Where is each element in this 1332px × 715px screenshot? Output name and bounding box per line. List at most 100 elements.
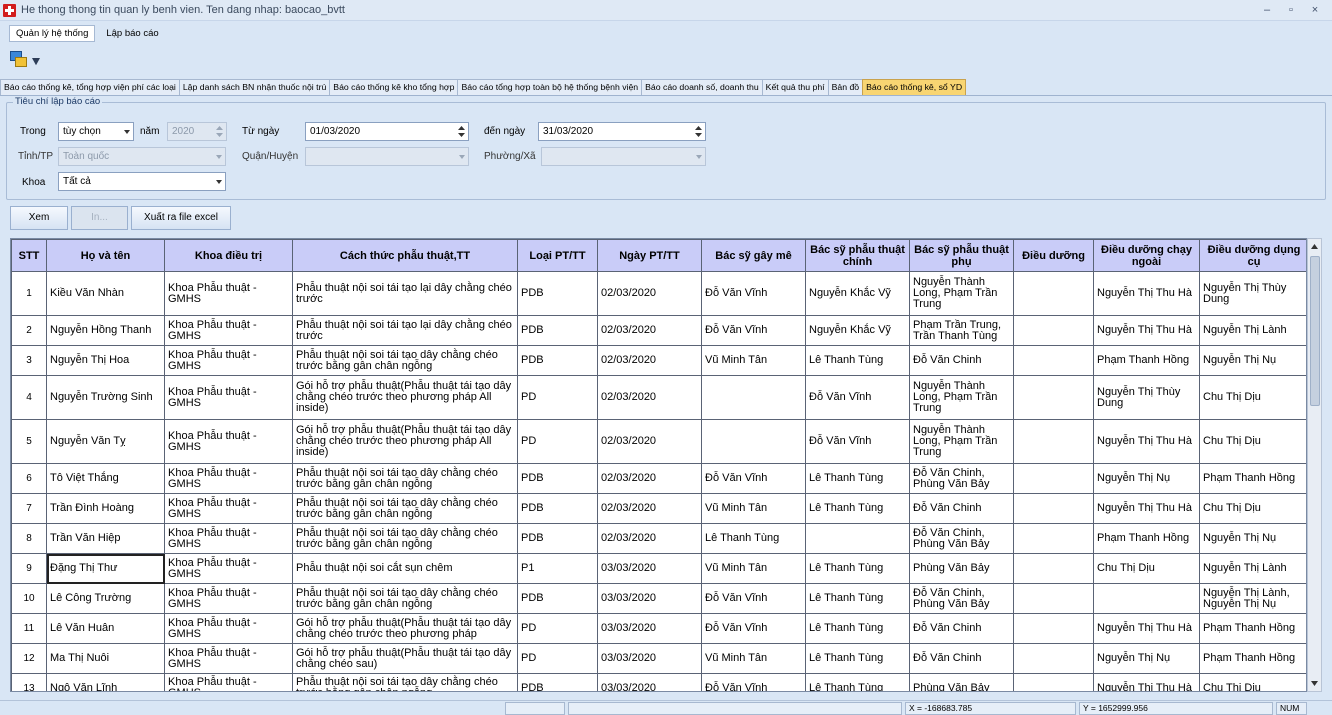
table-cell[interactable]: Nguyễn Thị Thu Hà: [1093, 315, 1200, 346]
report-tool-icon[interactable]: [8, 48, 30, 70]
table-cell[interactable]: Nguyễn Thị Lành, Nguyễn Thị Nụ: [1199, 583, 1306, 614]
table-cell[interactable]: Phẫu thuật nội soi cắt sụn chêm: [292, 553, 518, 584]
table-cell[interactable]: Gói hỗ trợ phẫu thuật(Phẫu thuật tái tạo…: [292, 613, 518, 644]
table-cell[interactable]: PDB: [517, 673, 598, 691]
table-cell[interactable]: Khoa Phẫu thuật - GMHS: [164, 463, 293, 494]
table-cell[interactable]: 2: [11, 315, 47, 346]
table-cell[interactable]: Phẫu thuật nội soi tái tạo dây chằng ché…: [292, 583, 518, 614]
table-row[interactable]: 8 Trần Văn Hiệp Khoa Phẫu thuật - GMHS Phẫu…: [11, 523, 1306, 554]
tab-hospital-summary[interactable]: Báo cáo tổng hợp toàn bộ hệ thống bệnh v…: [457, 79, 643, 95]
table-cell[interactable]: Lê Thanh Tùng: [701, 523, 806, 554]
close-button[interactable]: ×: [1306, 2, 1324, 18]
table-cell[interactable]: Phẫu thuật nội soi tái tạo dây chằng ché…: [292, 463, 518, 494]
table-cell[interactable]: PDB: [517, 463, 598, 494]
table-cell[interactable]: PDB: [517, 315, 598, 346]
table-cell[interactable]: 7: [11, 493, 47, 524]
table-cell[interactable]: Nguyễn Thị Lành: [1199, 315, 1306, 346]
scroll-down-icon[interactable]: [1311, 681, 1318, 686]
table-cell[interactable]: Lê Thanh Tùng: [805, 553, 910, 584]
to-date-field[interactable]: 31/03/2020: [538, 122, 706, 141]
table-cell[interactable]: Lê Thanh Tùng: [805, 643, 910, 674]
report-grid[interactable]: STT Họ và tên Khoa điều trị Cách thức ph…: [10, 238, 1307, 692]
table-cell[interactable]: Đỗ Văn Vĩnh: [701, 583, 806, 614]
table-cell[interactable]: Đỗ Văn Vĩnh: [805, 419, 910, 464]
table-cell[interactable]: 02/03/2020: [597, 315, 702, 346]
tab-hospital-fees[interactable]: Báo cáo thống kê, tổng hợp viện phí các …: [0, 79, 180, 95]
table-cell[interactable]: Tô Việt Thắng: [46, 463, 165, 494]
table-cell[interactable]: Phẫu thuật nội soi tái tạo dây chằng ché…: [292, 673, 518, 691]
table-cell[interactable]: Phẫu thuật nội soi tái tạo dây chằng ché…: [292, 345, 518, 376]
table-cell[interactable]: Đỗ Văn Chinh, Phùng Văn Bảy: [909, 583, 1014, 614]
table-cell[interactable]: [1013, 315, 1094, 346]
table-cell[interactable]: Phạm Trần Trung, Trần Thanh Tùng: [909, 315, 1014, 346]
table-row[interactable]: 5 Nguyễn Văn Tỵ Khoa Phẫu thuật - GMHS Gói …: [11, 419, 1306, 464]
table-cell[interactable]: [1013, 523, 1094, 554]
table-cell[interactable]: Nguyễn Thị Thu Hà: [1093, 419, 1200, 464]
table-cell[interactable]: Trần Văn Hiệp: [46, 523, 165, 554]
table-cell[interactable]: Vũ Minh Tân: [701, 345, 806, 376]
table-row[interactable]: 7 Trần Đình Hoàng Khoa Phẫu thuật - GMHS Ph…: [11, 493, 1306, 524]
department-select[interactable]: Tất cả: [58, 172, 226, 191]
table-cell[interactable]: Phẫu thuật nội soi tái tạo lại dây chằng…: [292, 315, 518, 346]
table-cell[interactable]: Chu Thị Dịu: [1199, 419, 1306, 464]
tab-medical-register[interactable]: Báo cáo thống kê, sổ YD: [862, 79, 967, 95]
export-excel-button[interactable]: Xuất ra file excel: [131, 206, 231, 230]
table-cell[interactable]: Nguyễn Thị Thu Hà: [1093, 613, 1200, 644]
table-cell[interactable]: Nguyễn Thị Nụ: [1093, 463, 1200, 494]
table-cell[interactable]: Đỗ Văn Chinh: [909, 345, 1014, 376]
column-header[interactable]: Loại PT/TT: [517, 239, 598, 272]
period-select[interactable]: tùy chọn: [58, 122, 134, 141]
table-cell[interactable]: Phạm Thanh Hồng: [1093, 345, 1200, 376]
table-cell[interactable]: Vũ Minh Tân: [701, 493, 806, 524]
table-cell[interactable]: Gói hỗ trợ phẫu thuật(Phẫu thuật tái tạo…: [292, 643, 518, 674]
restore-button[interactable]: ▫: [1282, 2, 1300, 18]
table-cell[interactable]: Nguyễn Thị Thu Hà: [1093, 493, 1200, 524]
table-cell[interactable]: Khoa Phẫu thuật - GMHS: [164, 419, 293, 464]
table-cell[interactable]: [1013, 613, 1094, 644]
from-date-field[interactable]: 01/03/2020: [305, 122, 469, 141]
scroll-up-icon[interactable]: [1311, 244, 1318, 249]
table-cell[interactable]: Nguyễn Thị Lành: [1199, 553, 1306, 584]
table-row[interactable]: 10 Lê Công Trường Khoa Phẫu thuật - GMHS Ph…: [11, 583, 1306, 614]
table-cell[interactable]: Nguyễn Thành Long, Phạm Trần Trung: [909, 419, 1014, 464]
table-cell[interactable]: Lê Thanh Tùng: [805, 673, 910, 691]
table-cell[interactable]: Nguyễn Thành Long, Phạm Trần Trung: [909, 271, 1014, 316]
table-cell[interactable]: [701, 375, 806, 420]
table-cell[interactable]: Nguyễn Văn Tỵ: [46, 419, 165, 464]
table-cell[interactable]: 3: [11, 345, 47, 376]
table-cell[interactable]: [1093, 583, 1200, 614]
menu-system-management[interactable]: Quản lý hệ thống: [9, 24, 96, 42]
column-header[interactable]: Điều dưỡng dụng cụ: [1199, 239, 1306, 272]
table-cell[interactable]: Phùng Văn Bảy: [909, 553, 1014, 584]
table-cell[interactable]: 03/03/2020: [597, 613, 702, 644]
chevron-down-icon[interactable]: [32, 58, 40, 66]
view-button[interactable]: Xem: [10, 206, 68, 230]
table-cell[interactable]: Lê Thanh Tùng: [805, 613, 910, 644]
tab-fee-results[interactable]: Kết quả thu phí: [761, 79, 829, 95]
table-cell[interactable]: PDB: [517, 583, 598, 614]
table-cell[interactable]: 02/03/2020: [597, 345, 702, 376]
table-cell[interactable]: 8: [11, 523, 47, 554]
table-cell[interactable]: PD: [517, 375, 598, 420]
table-cell[interactable]: PD: [517, 613, 598, 644]
table-cell[interactable]: 4: [11, 375, 47, 420]
table-cell[interactable]: Đỗ Văn Vĩnh: [701, 613, 806, 644]
table-cell[interactable]: Gói hỗ trợ phẫu thuật(Phẫu thuật tái tạo…: [292, 419, 518, 464]
table-cell[interactable]: 03/03/2020: [597, 673, 702, 691]
table-cell[interactable]: 9: [11, 553, 47, 584]
table-cell[interactable]: Phẫu thuật nội soi tái tạo dây chằng ché…: [292, 523, 518, 554]
table-cell[interactable]: Nguyễn Thị Nụ: [1199, 345, 1306, 376]
table-row[interactable]: 2 Nguyễn Hồng Thanh Khoa Phẫu thuật - GMHS…: [11, 315, 1306, 346]
table-cell[interactable]: [1013, 493, 1094, 524]
table-cell[interactable]: Nguyễn Thị Thùy Dung: [1093, 375, 1200, 420]
table-cell[interactable]: 10: [11, 583, 47, 614]
table-cell[interactable]: 02/03/2020: [597, 375, 702, 420]
table-cell[interactable]: [1013, 419, 1094, 464]
vertical-scrollbar[interactable]: [1307, 238, 1322, 692]
table-cell[interactable]: Ma Thị Nuôi: [46, 643, 165, 674]
table-cell[interactable]: Khoa Phẫu thuật - GMHS: [164, 345, 293, 376]
table-cell[interactable]: Khoa Phẫu thuật - GMHS: [164, 523, 293, 554]
table-cell[interactable]: PDB: [517, 345, 598, 376]
table-cell[interactable]: Đỗ Văn Chinh: [909, 613, 1014, 644]
tab-map[interactable]: Bản đồ: [827, 79, 864, 95]
